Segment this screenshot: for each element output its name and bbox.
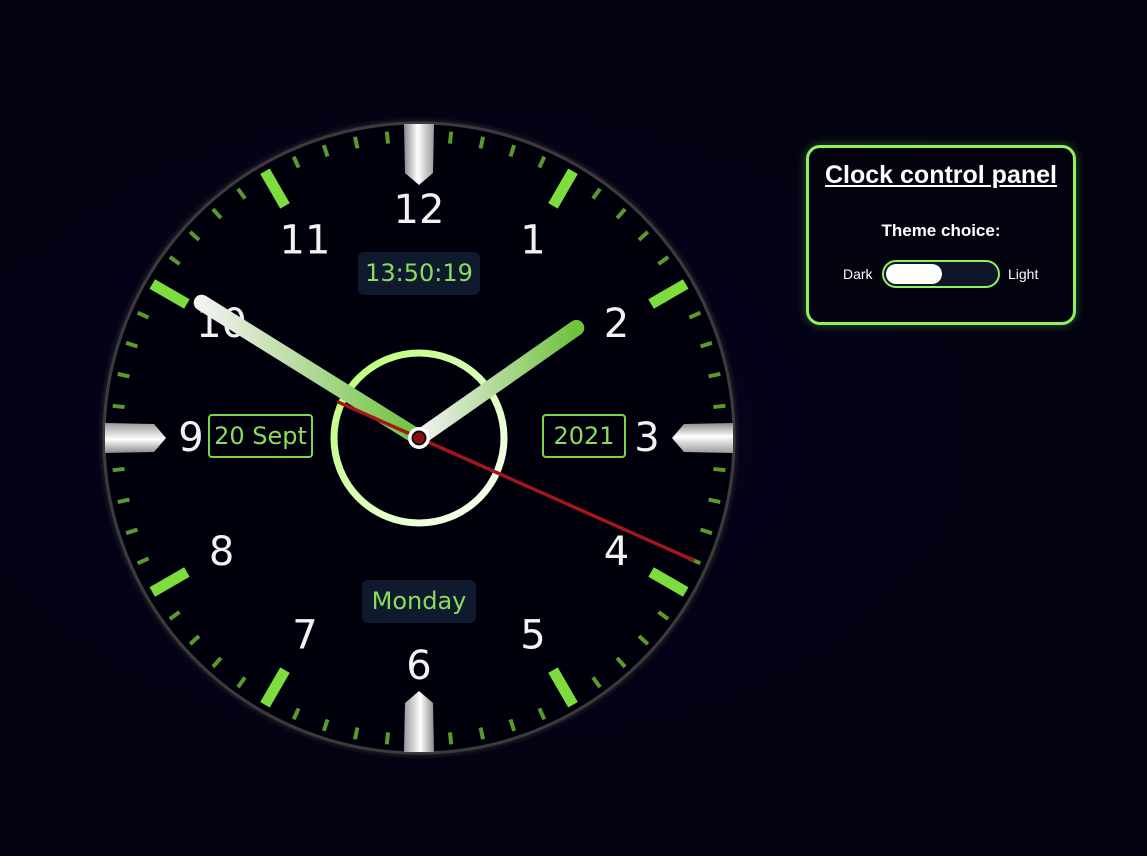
minute-tick — [117, 497, 130, 504]
numeral-4: 4 — [604, 529, 629, 575]
cardinal-marker — [672, 423, 733, 453]
clock-control-panel: Clock control panel Theme choice: Dark L… — [806, 145, 1076, 325]
cardinal-marker — [404, 124, 434, 185]
minute-tick — [353, 727, 360, 740]
digital-time-display: 13:50:19 — [358, 252, 480, 295]
date-display: 20 Sept — [208, 414, 313, 458]
minute-tick — [117, 372, 130, 379]
numeral-1: 1 — [520, 218, 545, 264]
theme-choice-label: Theme choice: — [881, 221, 1001, 240]
numeral-2: 2 — [604, 301, 629, 347]
cardinal-marker — [105, 423, 166, 453]
numeral-11: 11 — [280, 218, 331, 264]
minute-tick — [353, 136, 360, 149]
minute-tick — [112, 466, 125, 473]
minute-tick — [478, 727, 485, 740]
minute-tick — [713, 466, 726, 473]
minute-tick — [708, 497, 721, 504]
theme-toggle-knob[interactable] — [886, 264, 942, 284]
year-display: 2021 — [542, 414, 626, 458]
minute-tick — [447, 732, 454, 745]
minute-tick — [708, 372, 721, 379]
numeral-9: 9 — [178, 415, 203, 461]
minute-tick — [713, 403, 726, 410]
minute-tick — [478, 136, 485, 149]
theme-toggle[interactable] — [882, 260, 1000, 288]
minute-tick — [447, 131, 454, 144]
theme-option-light: Light — [1008, 266, 1039, 282]
clock-app: 121234567891011 13:50:19 20 Sept 2021 Mo… — [0, 0, 1147, 856]
panel-title: Clock control panel — [825, 161, 1057, 189]
minute-tick — [112, 403, 125, 410]
theme-option-dark: Dark — [843, 266, 873, 282]
numeral-8: 8 — [209, 529, 234, 575]
minute-tick — [384, 732, 391, 745]
numeral-7: 7 — [292, 612, 317, 658]
cardinal-marker — [404, 691, 434, 752]
weekday-display: Monday — [362, 580, 476, 623]
minute-tick — [384, 131, 391, 144]
numeral-6: 6 — [406, 643, 431, 689]
numeral-12: 12 — [394, 187, 445, 233]
numeral-5: 5 — [520, 612, 545, 658]
numeral-3: 3 — [634, 415, 659, 461]
center-pin — [411, 430, 427, 446]
